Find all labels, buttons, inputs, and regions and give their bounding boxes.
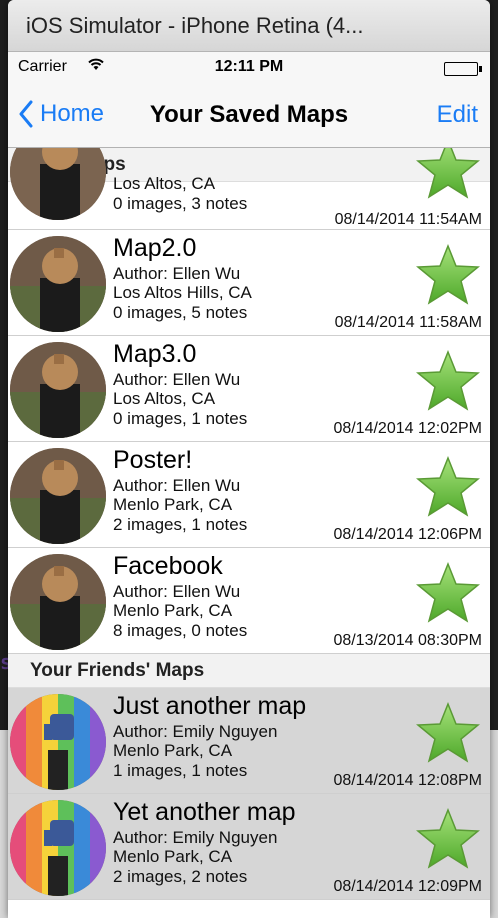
map-counts: 0 images, 3 notes xyxy=(113,194,248,213)
map-counts: 0 images, 5 notes xyxy=(113,303,248,322)
map-row[interactable]: Map3.0 Author: Ellen Wu Los Altos, CA 0 … xyxy=(8,336,490,442)
page-title: Your Saved Maps xyxy=(149,101,349,128)
edit-button[interactable]: Edit xyxy=(437,101,478,129)
maps-table[interactable]: Your Maps Los Altos, CA 0 images, 3 note… xyxy=(8,148,490,918)
map-author: Author: Ellen Wu xyxy=(113,582,241,601)
map-avatar xyxy=(10,148,106,220)
map-author: Author: Emily Nguyen xyxy=(113,828,278,847)
map-location: Menlo Park, CA xyxy=(113,741,233,760)
map-date: 08/14/2014 12:06PM xyxy=(333,526,482,543)
map-counts: 8 images, 0 notes xyxy=(113,621,248,640)
map-author: Author: Emily Nguyen xyxy=(113,722,278,741)
map-counts: 2 images, 2 notes xyxy=(113,867,248,886)
iphone-screen: Carrier 12:11 PM Home Your Saved Maps Ed… xyxy=(8,52,490,918)
map-date: 08/14/2014 12:09PM xyxy=(333,878,482,895)
map-counts: 0 images, 1 notes xyxy=(113,409,248,428)
map-location: Los Altos Hills, CA xyxy=(113,283,252,302)
map-author: Author: Ellen Wu xyxy=(113,476,241,495)
map-date: 08/13/2014 08:30PM xyxy=(333,632,482,649)
map-location: Menlo Park, CA xyxy=(113,847,233,866)
map-row[interactable]: Poster! Author: Ellen Wu Menlo Park, CA … xyxy=(8,442,490,548)
map-author: Author: Ellen Wu xyxy=(113,264,241,283)
map-location: Los Altos, CA xyxy=(113,389,216,408)
navigation-bar: Home Your Saved Maps Edit xyxy=(8,84,490,148)
map-location: Menlo Park, CA xyxy=(113,601,233,620)
map-title: Just another map xyxy=(113,692,307,720)
map-avatar xyxy=(10,448,106,544)
map-avatar xyxy=(10,694,106,790)
friend-map-row[interactable]: Just another map Author: Emily Nguyen Me… xyxy=(8,688,490,794)
map-title: Yet another map xyxy=(113,798,296,826)
map-date: 08/14/2014 11:54AM xyxy=(334,211,482,228)
map-title: Map2.0 xyxy=(113,234,197,262)
map-row[interactable]: Facebook Author: Ellen Wu Menlo Park, CA… xyxy=(8,548,490,654)
star-icon[interactable] xyxy=(416,808,480,870)
battery-icon xyxy=(444,62,482,76)
window-title[interactable]: iOS Simulator - iPhone Retina (4... xyxy=(8,0,490,52)
star-icon[interactable] xyxy=(416,350,480,412)
map-row[interactable]: Map2.0 Author: Ellen Wu Los Altos Hills,… xyxy=(8,230,490,336)
map-counts: 1 images, 1 notes xyxy=(113,761,248,780)
star-icon[interactable] xyxy=(416,702,480,764)
map-counts: 2 images, 1 notes xyxy=(113,515,248,534)
section-header-friends-maps: Your Friends' Maps xyxy=(8,654,490,688)
map-author: Author: Ellen Wu xyxy=(113,370,241,389)
star-icon[interactable] xyxy=(416,562,480,624)
map-title: Poster! xyxy=(113,446,193,474)
star-icon[interactable] xyxy=(416,148,480,200)
map-row[interactable]: Los Altos, CA 0 images, 3 notes 08/14/20… xyxy=(8,148,490,230)
map-title: Map3.0 xyxy=(113,340,197,368)
status-time: 12:11 PM xyxy=(214,58,284,75)
map-avatar xyxy=(10,554,106,650)
map-date: 08/14/2014 12:08PM xyxy=(333,772,482,789)
map-avatar xyxy=(10,236,106,332)
star-icon[interactable] xyxy=(416,244,480,306)
star-icon[interactable] xyxy=(416,456,480,518)
friend-map-row[interactable]: Yet another map Author: Emily Nguyen Men… xyxy=(8,794,490,900)
map-location: Los Altos, CA xyxy=(113,174,216,193)
map-avatar xyxy=(10,800,106,896)
map-date: 08/14/2014 11:58AM xyxy=(334,314,482,331)
map-title: Facebook xyxy=(113,552,223,580)
map-avatar xyxy=(10,342,106,438)
map-location: Menlo Park, CA xyxy=(113,495,233,514)
simulator-window: iOS Simulator - iPhone Retina (4... Carr… xyxy=(8,0,490,918)
status-bar: Carrier 12:11 PM xyxy=(8,52,490,84)
map-date: 08/14/2014 12:02PM xyxy=(333,420,482,437)
